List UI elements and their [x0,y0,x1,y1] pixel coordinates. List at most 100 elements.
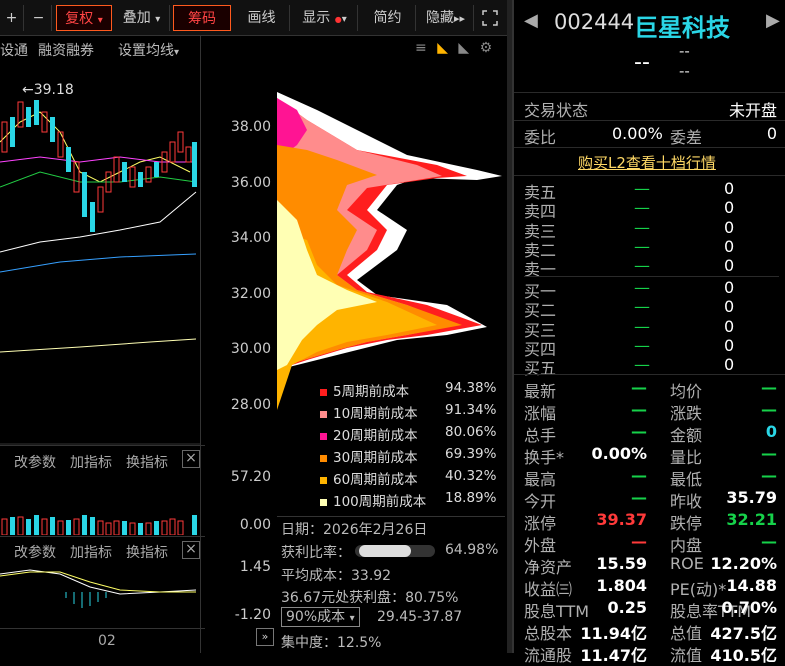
high-price-label: ←39.18 [22,82,74,98]
change-amount: -- [679,42,690,60]
sell-volume: 0 [724,198,735,218]
buy-volume: 0 [724,278,735,297]
stat-row: 流通股 11.47亿 流值 410.5亿 [524,642,785,665]
chip-distribution-chart [277,92,502,410]
quote-panel: ◀ 002444 巨星科技 ▶ -- -- -- 交易状态 未开盘 委比 0.0… [512,0,785,665]
buy-price: — [634,278,650,297]
stat-value: 11.94亿 [580,624,647,643]
junxian-button[interactable]: 设置均线▾ [118,40,179,60]
zoom-out-button[interactable]: − [26,5,52,31]
buy-row: 买二 —0 [524,297,785,320]
stat-label: 流值 [670,646,703,665]
stat-label: 今开 [524,492,557,511]
stat-row: 最新 — 均价 — [524,378,785,401]
stat-label: 外盘 [524,536,557,555]
fuquan-button[interactable]: 复权 ▾ [56,5,112,31]
legend-label: 100周期前成本 [333,494,427,510]
double-chevron-right-icon[interactable]: » [256,628,274,646]
macd-switch-indicator[interactable]: 换指标 [126,542,168,562]
sell-volume: 0 [724,179,735,198]
buy-volume: 0 [724,335,735,355]
huaxian-button[interactable]: 画线 [234,5,290,31]
stat-value: — [631,400,647,419]
subbar-left-label[interactable]: 设通 [0,40,28,60]
yincang-label: 隐藏 [425,10,454,26]
sell-row: 卖二 —0 [524,237,785,260]
price-tick: 28.00 [230,397,271,413]
chevron-down-icon: ▾ [97,15,103,26]
macd-add-indicator[interactable]: 加指标 [70,542,112,562]
chouma-button[interactable]: 筹码 [173,5,231,31]
macd-indicator-bar: 改参数 加指标 换指标 × [0,536,205,562]
buy-row: 买三 —0 [524,316,785,340]
cost-range: 29.45-37.87 [377,609,463,625]
kline-chart[interactable]: ←39.18 [0,62,200,452]
price-tick: 36.00 [230,175,271,191]
rzrq-button[interactable]: 融资融券 [38,40,94,60]
candles [1,100,197,232]
close-icon[interactable]: × [182,450,200,468]
chevron-down-icon: ▾ [155,14,161,25]
price-tick: 38.00 [230,119,271,135]
sell-volume: 0 [724,256,735,276]
cost-select[interactable]: 90%成本 ▾ [281,607,360,627]
legend-pct: 18.89% [445,490,497,506]
concentration: 集中度：12.5% [281,635,382,651]
vol-switch-indicator[interactable]: 换指标 [126,452,168,472]
close-icon[interactable]: × [182,541,200,559]
l2-link[interactable]: 购买L2查看十档行情 [578,152,716,173]
weicha-label: 委差 [670,128,703,147]
stat-value: — [631,532,647,551]
flag-icon[interactable]: ◣ [437,40,448,56]
stat-row: 最高 — 最低 — [524,466,785,489]
vol-change-params[interactable]: 改参数 [14,452,56,472]
price-tick: 30.00 [230,341,271,357]
stat-row: 总股本 11.94亿 总值 427.5亿 [524,620,785,643]
list-icon[interactable]: ≡ [415,40,427,56]
legend-swatch [320,498,327,506]
legend-pct: 91.34% [445,402,497,418]
flag-outline-icon[interactable]: ◣ [458,40,469,56]
chevron-down-icon: ▾ [349,613,355,624]
macd-change-params[interactable]: 改参数 [14,542,56,562]
buy-price: — [634,316,650,336]
gear-icon[interactable]: ⚙ [480,40,493,56]
profit-ratio-value: 64.98% [445,542,499,558]
prev-stock-icon[interactable]: ◀ [524,10,538,31]
vol-add-indicator[interactable]: 加指标 [70,452,112,472]
stat-label: PE(动)* [670,580,727,599]
stat-row: 今开 — 昨收 35.79 [524,488,785,511]
sell-price: — [634,217,650,237]
yincang-button[interactable]: 隐藏▸▸ [418,5,474,31]
diejia-button[interactable]: 叠加 ▾ [114,5,170,31]
legend-item: 60周期前成本 40.32% [320,468,496,488]
profit-ratio-bar [355,545,435,557]
price-axis: 38.00 36.00 34.00 32.00 30.00 28.00 57.2… [200,36,275,653]
expand-icon[interactable] [476,5,504,31]
vol-tick: 57.20 [230,469,271,485]
stat-label: 总股本 [524,624,573,643]
next-stock-icon[interactable]: ▶ [766,10,780,31]
jianyue-button[interactable]: 简约 [360,5,416,31]
chevron-down-icon: ▾ [341,14,347,25]
legend-swatch [320,476,327,484]
stat-value: 32.21 [726,510,777,529]
dot-icon: ● [334,15,342,24]
buy-row: 买五 — 0 [524,355,785,378]
stat-row: 涨停 39.37 跌停 32.21 [524,510,785,533]
stat-value: 15.59 [596,554,647,573]
legend-swatch [320,388,327,396]
stat-value: — [761,444,777,463]
legend-item: 30周期前成本 69.39% [320,446,496,466]
xianshi-button[interactable]: 显示 ●▾ [292,5,358,31]
stat-value: 1.804 [596,576,647,595]
chip-date: 日期：2026年2月26日 [281,522,428,538]
stat-label: 量比 [670,448,703,467]
buy-volume: 0 [724,316,735,336]
volume-bars [1,515,197,535]
stat-value: — [631,422,647,441]
chip-tool-icons: ≡ ◣ ◣ ⚙ [415,40,492,56]
stat-label: 净资产 [524,558,573,577]
stat-row: 外盘 — 内盘 — [524,532,785,555]
zoom-in-button[interactable]: + [0,5,24,31]
